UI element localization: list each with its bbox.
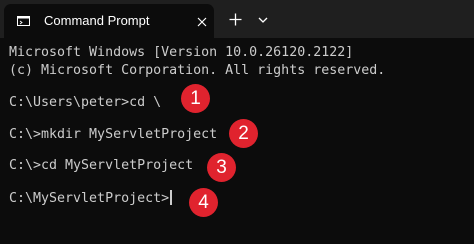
command-prompt-window: Command Prompt Microsoft Windows [Versio… — [0, 0, 474, 244]
step-badge-3: 3 — [207, 153, 236, 182]
plus-icon[interactable] — [229, 13, 242, 26]
command-line-2: C:\>mkdir MyServletProject — [9, 127, 218, 142]
tab-title: Command Prompt — [44, 13, 150, 28]
copyright-line: (c) Microsoft Corporation. All rights re… — [9, 63, 386, 78]
tab-command-prompt[interactable]: Command Prompt — [4, 4, 214, 38]
command-line-1: C:\Users\peter>cd \ — [9, 95, 162, 110]
tab-bar: Command Prompt — [0, 0, 474, 38]
step-badge-1: 1 — [181, 84, 210, 113]
version-line: Microsoft Windows [Version 10.0.26120.21… — [9, 45, 354, 60]
close-icon[interactable] — [197, 17, 207, 27]
step-badge-4: 4 — [189, 188, 218, 217]
command-line-3: C:\>cd MyServletProject — [9, 158, 194, 173]
prompt-text: C:\MyServletProject> — [9, 191, 170, 206]
chevron-down-icon[interactable] — [258, 17, 268, 23]
step-badge-2: 2 — [229, 119, 258, 148]
prompt-line[interactable]: C:\MyServletProject> — [9, 190, 172, 207]
terminal-icon — [17, 16, 30, 26]
text-cursor — [170, 190, 172, 205]
